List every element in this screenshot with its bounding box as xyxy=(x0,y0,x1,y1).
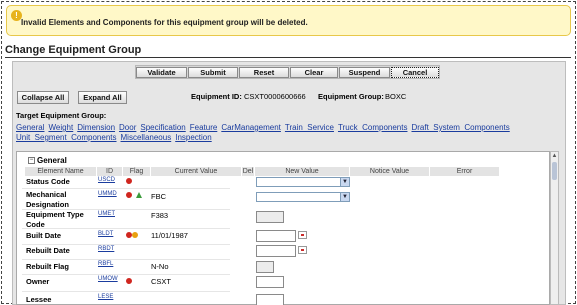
row-mechanical-designation-name: Mechanical Designation xyxy=(26,190,86,210)
flag-error-icon xyxy=(126,178,132,184)
col-element-name: Element Name xyxy=(25,167,97,176)
col-id: ID xyxy=(97,167,123,176)
link-draft-system-components[interactable]: Draft_System_Components xyxy=(411,123,509,132)
row-equipment-type-code-id[interactable]: UMET xyxy=(98,211,115,217)
row-rebuilt-date-name: Rebuilt Date xyxy=(26,246,70,255)
collapse-all-button[interactable]: Collapse All xyxy=(17,91,69,104)
row-built-date-current: 11/01/1987 xyxy=(151,231,188,240)
link-feature[interactable]: Feature xyxy=(190,123,218,132)
equipment-group-value: BOXC xyxy=(385,92,407,101)
row-mechanical-designation-id[interactable]: UMMD xyxy=(98,191,117,197)
flag-error-icon xyxy=(126,278,132,284)
link-miscellaneous[interactable]: Miscellaneous xyxy=(121,133,172,142)
mechanical-designation-text: Mechanical Designation xyxy=(26,190,69,209)
row-built-date-id[interactable]: BLDT xyxy=(98,231,113,237)
built-date-input[interactable] xyxy=(256,230,296,242)
row-rebuilt-flag-current: N-No xyxy=(151,262,169,271)
row-rebuilt-flag-name: Rebuilt Flag xyxy=(26,262,69,271)
link-inspection[interactable]: Inspection xyxy=(175,133,211,142)
row-mechanical-designation-current: FBC xyxy=(151,192,166,201)
section-title-general: General xyxy=(37,156,67,165)
col-error: Error xyxy=(430,167,500,176)
cancel-button[interactable]: Cancel xyxy=(391,67,439,78)
row-owner-current: CSXT xyxy=(151,277,172,286)
mechanical-designation-select[interactable]: ▼ xyxy=(256,192,350,202)
scroll-up-icon[interactable]: ▲ xyxy=(551,152,558,160)
col-new-value: New Value xyxy=(255,167,350,176)
chevron-down-icon[interactable]: ▼ xyxy=(340,193,349,201)
col-del: Del xyxy=(242,167,255,176)
title-divider xyxy=(5,57,571,58)
row-equipment-type-code-name: Equipment Type Code xyxy=(26,210,86,230)
warning-banner: ! Invalid Elements and Components for th… xyxy=(6,5,571,36)
row-divider xyxy=(22,244,230,245)
calendar-icon[interactable] xyxy=(298,231,307,239)
lessee-input[interactable] xyxy=(256,294,284,305)
link-door[interactable]: Door xyxy=(119,123,136,132)
calendar-icon[interactable] xyxy=(298,246,307,254)
scrollbar-thumb[interactable] xyxy=(552,162,557,180)
action-toolbar: Validate Submit Reset Clear Suspend Canc… xyxy=(135,65,440,79)
equipment-id-label: Equipment ID: xyxy=(191,92,242,101)
equipment-type-code-text: Equipment Type Code xyxy=(26,210,84,229)
rebuilt-date-input[interactable] xyxy=(256,245,296,257)
row-equipment-type-code-current: F383 xyxy=(151,211,169,220)
col-current-value: Current Value xyxy=(151,167,242,176)
clear-button[interactable]: Clear xyxy=(290,67,338,78)
expand-all-button[interactable]: Expand All xyxy=(78,91,127,104)
row-status-code-name: Status Code xyxy=(26,177,70,186)
equipment-id-value: CSXT0000600666 xyxy=(244,92,306,101)
link-general[interactable]: General xyxy=(16,123,44,132)
submit-button[interactable]: Submit xyxy=(188,67,238,78)
row-lessee-id[interactable]: LESE xyxy=(98,294,113,300)
section-collapse-toggle[interactable]: − xyxy=(28,157,35,164)
col-notice-value: Notice Value xyxy=(350,167,430,176)
equipment-type-code-input xyxy=(256,211,284,223)
warning-message: Invalid Elements and Components for this… xyxy=(21,18,308,27)
flag-error-icon xyxy=(126,192,132,198)
link-carmanagement[interactable]: CarManagement xyxy=(221,123,281,132)
flag-warning-icon xyxy=(136,192,142,198)
row-rebuilt-date-id[interactable]: RBDT xyxy=(98,246,114,252)
rebuilt-flag-input xyxy=(256,261,274,273)
row-status-code-id[interactable]: USCD xyxy=(98,177,115,183)
row-divider xyxy=(22,274,230,275)
row-owner-id[interactable]: UMOW xyxy=(98,276,118,282)
row-owner-name: Owner xyxy=(26,277,50,286)
chevron-down-icon[interactable]: ▼ xyxy=(340,178,349,186)
row-divider xyxy=(22,259,230,260)
equipment-group-label: Equipment Group: xyxy=(318,92,384,101)
row-lessee-name: Lessee xyxy=(26,295,52,304)
link-unit-segment-components[interactable]: Unit_Segment_Components xyxy=(16,133,117,142)
row-divider xyxy=(22,291,230,292)
link-truck-components[interactable]: Truck_Components xyxy=(338,123,408,132)
link-specification[interactable]: Specification xyxy=(140,123,185,132)
row-divider xyxy=(22,188,230,189)
link-train-service[interactable]: Train_Service xyxy=(285,123,334,132)
vertical-scrollbar[interactable]: ▲ xyxy=(550,151,559,305)
row-divider xyxy=(22,228,230,229)
reset-button[interactable]: Reset xyxy=(239,67,289,78)
link-dimension[interactable]: Dimension xyxy=(77,123,115,132)
col-flag: Flag xyxy=(123,167,151,176)
suspend-button[interactable]: Suspend xyxy=(339,67,390,78)
target-group-links-line-1: General Weight Dimension Door Specification F… xyxy=(16,123,546,132)
page-title: Change Equipment Group xyxy=(5,44,142,56)
owner-input[interactable] xyxy=(256,276,284,288)
link-weight[interactable]: Weight xyxy=(48,123,73,132)
validate-button[interactable]: Validate xyxy=(136,67,187,78)
row-built-date-name: Built Date xyxy=(26,231,62,240)
target-group-label: Target Equipment Group: xyxy=(16,111,107,120)
status-code-select[interactable]: ▼ xyxy=(256,177,350,187)
flag-notice-icon xyxy=(132,232,138,238)
target-group-links-line-2: Unit_Segment_Components Miscellaneous Insp… xyxy=(16,133,546,142)
row-rebuilt-flag-id[interactable]: RBFL xyxy=(98,261,113,267)
